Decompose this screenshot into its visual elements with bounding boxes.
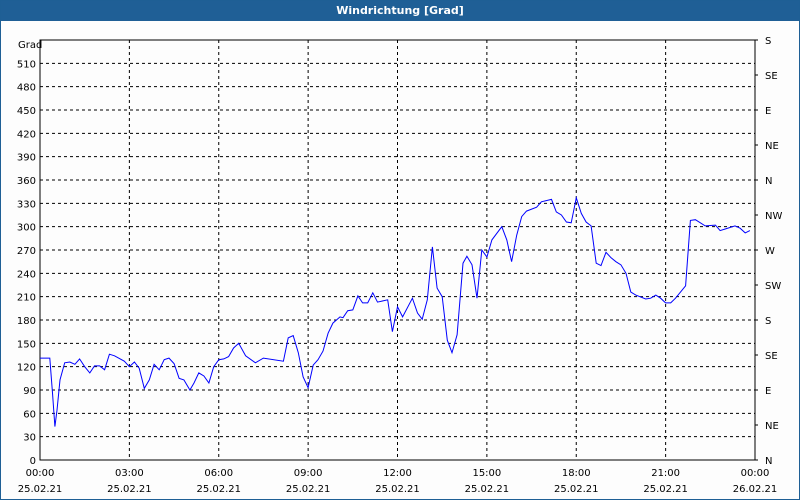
x-tick-time: 15:00 (472, 468, 501, 479)
x-tick-time: 09:00 (294, 468, 323, 479)
y-tick-label: 150 (17, 339, 36, 350)
x-tick-time: 06:00 (204, 468, 233, 479)
y-tick-label: 240 (17, 269, 36, 280)
right-tick-label: S (765, 36, 771, 47)
right-tick-label: E (765, 386, 771, 397)
y-tick-label: 450 (17, 106, 36, 117)
y-tick-label: 90 (23, 386, 36, 397)
x-tick-date: 25.02.21 (643, 484, 688, 495)
x-tick-time: 18:00 (562, 468, 591, 479)
right-tick-label: SE (765, 71, 778, 82)
right-tick-label: SE (765, 351, 778, 362)
x-tick-time: 00:00 (741, 468, 770, 479)
x-tick-date: 25.02.21 (18, 484, 63, 495)
wind-direction-chart: Grad 0 30 60 90 120 150 180 210 240 270 300 330 360 3… (17, 36, 783, 495)
series-line (40, 195, 751, 427)
right-tick-label: S (765, 316, 771, 327)
x-tick-date: 25.02.21 (375, 484, 420, 495)
grid (40, 40, 755, 460)
y-tick-label: 330 (17, 199, 36, 210)
y-tick-label: 120 (17, 363, 36, 374)
right-tick-label: NE (765, 421, 779, 432)
right-tick-label: SW (765, 281, 781, 292)
y-tick-label: 480 (17, 83, 36, 94)
x-tick-date: 25.02.21 (465, 484, 510, 495)
x-tick-date: 25.02.21 (107, 484, 152, 495)
y-tick-label: 30 (23, 433, 36, 444)
y-tick-label: 510 (17, 59, 36, 70)
x-tick-date: 25.02.21 (196, 484, 241, 495)
y-tick-label: 360 (17, 176, 36, 187)
y-tick-label: 270 (17, 246, 36, 257)
y-axis-label: Grad (18, 40, 42, 51)
y-tick-label: 60 (23, 409, 36, 420)
right-tick-label: N (765, 456, 772, 467)
x-tick-time: 00:00 (26, 468, 55, 479)
x-tick-time: 12:00 (383, 468, 412, 479)
y-tick-label: 390 (17, 153, 36, 164)
right-tick-label: W (765, 246, 775, 257)
right-tick-label: E (765, 106, 771, 117)
y-tick-label: 0 (30, 456, 36, 467)
y-tick-label: 300 (17, 223, 36, 234)
right-tick-label: NE (765, 141, 779, 152)
right-tick-label: NW (765, 211, 782, 222)
y-tick-label: 180 (17, 316, 36, 327)
y-tick-label: 420 (17, 129, 36, 140)
x-tick-time: 21:00 (651, 468, 680, 479)
y-tick-label: 210 (17, 293, 36, 304)
x-tick-date: 26.02.21 (733, 484, 778, 495)
x-tick-date: 25.02.21 (554, 484, 599, 495)
right-tick-label: N (765, 176, 772, 187)
x-tick-date: 25.02.21 (286, 484, 331, 495)
x-tick-time: 03:00 (115, 468, 144, 479)
